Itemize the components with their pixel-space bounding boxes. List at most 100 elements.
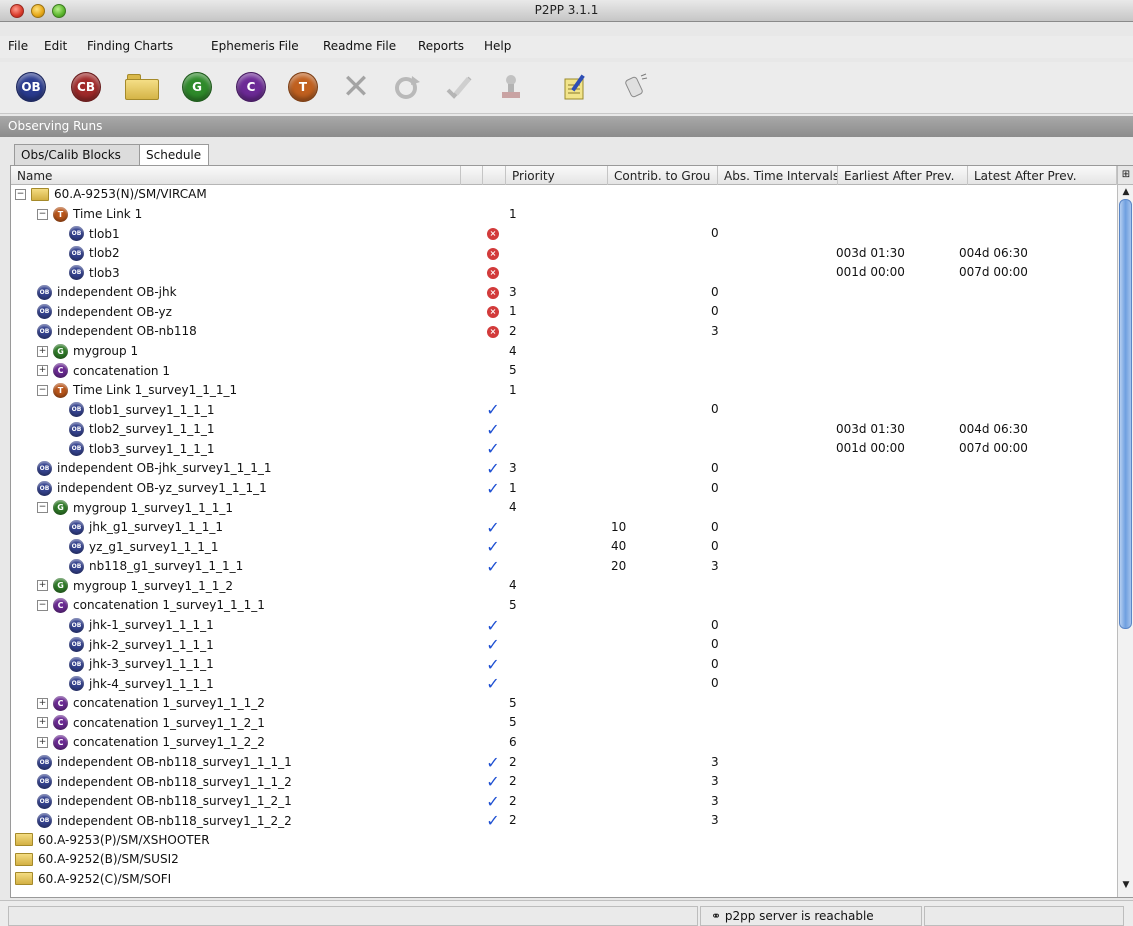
- vertical-scrollbar[interactable]: ⊞ ▲ ▼: [1117, 166, 1133, 897]
- table-row[interactable]: 60.A-9252(C)/SM/SOFI: [11, 870, 1117, 889]
- delete-button[interactable]: ✕: [337, 68, 375, 106]
- column-status[interactable]: [483, 166, 506, 185]
- connect-button[interactable]: [616, 68, 654, 106]
- row-name-cell[interactable]: − T Time Link 1: [37, 206, 142, 222]
- edit-readme-button[interactable]: [556, 68, 594, 106]
- table-row[interactable]: OB independent OB-yz_survey1_1_1_1 ✓ 1 0: [11, 479, 1117, 498]
- row-name-cell[interactable]: OB jhk-4_survey1_1_1_1: [69, 676, 214, 692]
- row-name-cell[interactable]: − 60.A-9253(N)/SM/VIRCAM: [15, 187, 207, 201]
- column-contrib-to-group[interactable]: Contrib. to Grou: [608, 166, 718, 185]
- row-name-cell[interactable]: − T Time Link 1_survey1_1_1_1: [37, 382, 237, 398]
- tab-obs-calib-blocks[interactable]: Obs/Calib Blocks: [14, 144, 140, 166]
- column-priority[interactable]: Priority: [506, 166, 608, 185]
- menu-readme-file[interactable]: Readme File: [323, 39, 396, 53]
- table-row[interactable]: OB tlob1_survey1_1_1_1 ✓ 0: [11, 400, 1117, 419]
- row-name-cell[interactable]: − Cconcatenation 1_survey1_1_1_1: [37, 597, 265, 613]
- open-folder-button[interactable]: [123, 68, 161, 106]
- table-row[interactable]: OB tlob3 × 001d 00:00 007d 00:00: [11, 263, 1117, 282]
- row-name-cell[interactable]: OB independent OB-yz: [37, 304, 172, 320]
- row-name-cell[interactable]: OB independent OB-jhk: [37, 284, 177, 300]
- row-name-cell[interactable]: OB jhk_g1_survey1_1_1_1: [69, 519, 223, 535]
- menu-file[interactable]: File: [8, 39, 28, 53]
- column-abs-time-intervals[interactable]: Abs. Time Intervals: [718, 166, 838, 185]
- row-name-cell[interactable]: + Cconcatenation 1: [37, 363, 170, 379]
- table-row[interactable]: OB jhk-1_survey1_1_1_1 ✓ 0: [11, 616, 1117, 635]
- collapse-icon[interactable]: −: [15, 188, 26, 200]
- table-row[interactable]: + Cconcatenation 1_survey1_1_2_1 5: [11, 713, 1117, 732]
- table-row[interactable]: OB tlob3_survey1_1_1_1 ✓ 001d 00:00 007d 00:…: [11, 439, 1117, 458]
- new-group-button[interactable]: G: [178, 68, 216, 106]
- table-row[interactable]: OB independent OB-nb118_survey1_1_2_2 ✓ 2 3: [11, 811, 1117, 830]
- table-row[interactable]: OB jhk-4_survey1_1_1_1 ✓ 0: [11, 674, 1117, 693]
- table-row[interactable]: OB tlob2_survey1_1_1_1 ✓ 003d 01:30 004d 06:…: [11, 420, 1117, 439]
- table-row[interactable]: 60.A-9253(P)/SM/XSHOOTER: [11, 831, 1117, 850]
- row-name-cell[interactable]: OB tlob1_survey1_1_1_1: [69, 402, 215, 418]
- table-row[interactable]: OB independent OB-yz × 1 0: [11, 302, 1117, 321]
- row-name-cell[interactable]: OB nb118_g1_survey1_1_1_1: [69, 558, 243, 574]
- row-name-cell[interactable]: OB independent OB-jhk_survey1_1_1_1: [37, 460, 271, 476]
- row-name-cell[interactable]: − Gmygroup 1_survey1_1_1_1: [37, 500, 233, 516]
- table-row[interactable]: − Gmygroup 1_survey1_1_1_1 4: [11, 498, 1117, 517]
- row-name-cell[interactable]: 60.A-9252(B)/SM/SUSI2: [15, 852, 179, 866]
- row-name-cell[interactable]: 60.A-9253(P)/SM/XSHOOTER: [15, 833, 210, 847]
- collapse-icon[interactable]: −: [37, 599, 48, 611]
- expand-icon[interactable]: +: [37, 736, 48, 748]
- table-row[interactable]: OB tlob1 × 0: [11, 224, 1117, 243]
- table-row[interactable]: + Gmygroup 1_survey1_1_1_2 4: [11, 576, 1117, 595]
- row-name-cell[interactable]: OB independent OB-nb118_survey1_1_1_2: [37, 774, 292, 790]
- table-row[interactable]: OB independent OB-nb118_survey1_1_1_1 ✓ 2 3: [11, 753, 1117, 772]
- row-name-cell[interactable]: + Cconcatenation 1_survey1_1_2_1: [37, 715, 265, 731]
- row-name-cell[interactable]: + Cconcatenation 1_survey1_1_2_2: [37, 734, 265, 750]
- collapse-icon[interactable]: −: [37, 208, 48, 220]
- expand-icon[interactable]: +: [37, 345, 48, 357]
- row-name-cell[interactable]: OB independent OB-nb118: [37, 323, 197, 339]
- scroll-thumb[interactable]: [1119, 199, 1132, 629]
- row-name-cell[interactable]: OB independent OB-nb118_survey1_1_2_2: [37, 813, 292, 829]
- row-name-cell[interactable]: OB tlob3_survey1_1_1_1: [69, 441, 215, 457]
- row-name-cell[interactable]: OB jhk-1_survey1_1_1_1: [69, 617, 214, 633]
- table-row[interactable]: OB nb118_g1_survey1_1_1_1 ✓ 20 3: [11, 557, 1117, 576]
- expand-icon[interactable]: +: [37, 697, 48, 709]
- collapse-icon[interactable]: −: [37, 502, 48, 514]
- row-name-cell[interactable]: OB jhk-3_survey1_1_1_1: [69, 656, 214, 672]
- table-row[interactable]: OB jhk_g1_survey1_1_1_1 ✓ 10 0: [11, 518, 1117, 537]
- table-row[interactable]: + Cconcatenation 1_survey1_1_2_2 6: [11, 733, 1117, 752]
- scroll-track[interactable]: [1119, 199, 1132, 875]
- table-row[interactable]: OB tlob2 × 003d 01:30 004d 06:30: [11, 244, 1117, 263]
- row-name-cell[interactable]: + Gmygroup 1: [37, 343, 138, 359]
- table-row[interactable]: 60.A-9252(B)/SM/SUSI2: [11, 850, 1117, 869]
- table-row[interactable]: − T Time Link 1_survey1_1_1_1 1: [11, 381, 1117, 400]
- column-latest-after-prev[interactable]: Latest After Prev.: [968, 166, 1117, 185]
- row-name-cell[interactable]: 60.A-9252(C)/SM/SOFI: [15, 872, 171, 886]
- table-row[interactable]: OB independent OB-nb118_survey1_1_1_2 ✓ 2 3: [11, 772, 1117, 791]
- new-concatenation-button[interactable]: C: [232, 68, 270, 106]
- table-row[interactable]: + Cconcatenation 1 5: [11, 361, 1117, 380]
- column-name[interactable]: Name: [11, 166, 461, 185]
- column-selector-icon[interactable]: ⊞: [1118, 166, 1133, 185]
- row-name-cell[interactable]: + Gmygroup 1_survey1_1_1_2: [37, 578, 233, 594]
- table-row[interactable]: OB independent OB-nb118_survey1_1_2_1 ✓ 2 3: [11, 792, 1117, 811]
- row-name-cell[interactable]: OB independent OB-yz_survey1_1_1_1: [37, 480, 267, 496]
- menu-finding-charts[interactable]: Finding Charts: [87, 39, 173, 53]
- column-earliest-after-prev[interactable]: Earliest After Prev.: [838, 166, 968, 185]
- certify-button[interactable]: [492, 68, 530, 106]
- row-name-cell[interactable]: OB jhk-2_survey1_1_1_1: [69, 637, 214, 653]
- scroll-down-arrow-icon[interactable]: ▼: [1118, 878, 1133, 892]
- table-row[interactable]: + Gmygroup 1 4: [11, 342, 1117, 361]
- scroll-up-arrow-icon[interactable]: ▲: [1118, 185, 1133, 199]
- table-row[interactable]: − T Time Link 1 1: [11, 205, 1117, 224]
- expand-icon[interactable]: +: [37, 580, 48, 592]
- row-name-cell[interactable]: OB tlob3: [69, 265, 120, 281]
- expand-icon[interactable]: +: [37, 365, 48, 377]
- table-row[interactable]: OB yz_g1_survey1_1_1_1 ✓ 40 0: [11, 537, 1117, 556]
- verify-button[interactable]: [440, 68, 478, 106]
- expand-icon[interactable]: +: [37, 717, 48, 729]
- new-time-link-button[interactable]: T: [284, 68, 322, 106]
- tab-schedule[interactable]: Schedule: [139, 144, 209, 166]
- menu-help[interactable]: Help: [484, 39, 511, 53]
- new-cb-button[interactable]: CB: [67, 68, 105, 106]
- menu-reports[interactable]: Reports: [418, 39, 464, 53]
- menu-edit[interactable]: Edit: [44, 39, 67, 53]
- table-row[interactable]: OB jhk-2_survey1_1_1_1 ✓ 0: [11, 635, 1117, 654]
- row-name-cell[interactable]: OB tlob2_survey1_1_1_1: [69, 421, 215, 437]
